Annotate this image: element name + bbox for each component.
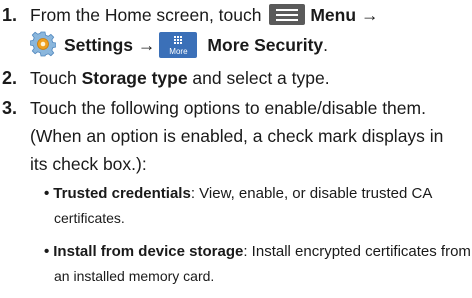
menu-label: Menu xyxy=(310,5,357,25)
step-number: 3. xyxy=(2,98,18,118)
more-icon: More xyxy=(159,32,198,58)
bullet-text: : View, enable, or disable trusted CA xyxy=(190,185,433,202)
arrow-icon: → xyxy=(137,35,156,55)
step-number: 1. xyxy=(2,5,18,25)
storage-type-label: Storage type xyxy=(81,68,188,88)
step-number: 2. xyxy=(2,68,18,88)
bullet-trusted-credentials: • Trusted credentials: View, enable, or d… xyxy=(44,183,432,205)
bullet-marker: • xyxy=(44,243,50,260)
arrow-icon: → xyxy=(360,5,379,25)
more-security-label: More Security xyxy=(207,35,324,55)
menu-icon xyxy=(269,4,306,25)
more-icon-label: More xyxy=(169,47,188,56)
step-1-line-1: From the Home screen, touch Menu → xyxy=(30,0,378,30)
bullet-term: Trusted credentials xyxy=(53,185,191,202)
settings-label: Settings xyxy=(64,35,134,55)
step-2-line: Touch Storage type and select a type. xyxy=(30,63,330,93)
step-3-line-3: its check box.): xyxy=(30,154,147,174)
bullet-term: Install from device storage xyxy=(53,243,244,260)
gear-icon xyxy=(30,31,56,57)
bullet-continuation: an installed memory card. xyxy=(54,268,215,284)
bullet-install-from-device-storage: • Install from device storage: Install en… xyxy=(44,241,471,263)
step-3-line-1: Touch the following options to enable/di… xyxy=(30,98,426,118)
step-2-suffix: and select a type. xyxy=(187,68,330,88)
bullet-text: : Install encrypted certificates from xyxy=(243,243,471,260)
step-1-suffix: . xyxy=(323,35,329,55)
step-2-prefix: Touch xyxy=(30,68,82,88)
bullet-marker: • xyxy=(44,185,50,202)
step-3-line-2: (When an option is enabled, a check mark… xyxy=(30,126,444,146)
bullet-continuation: certificates. xyxy=(54,210,125,226)
instruction-page: 1. From the Home screen, touch Menu → Se… xyxy=(0,0,472,298)
step-1-prefix: From the Home screen, touch xyxy=(30,5,267,25)
step-1-line-2: Settings → More More Security. xyxy=(30,30,328,60)
